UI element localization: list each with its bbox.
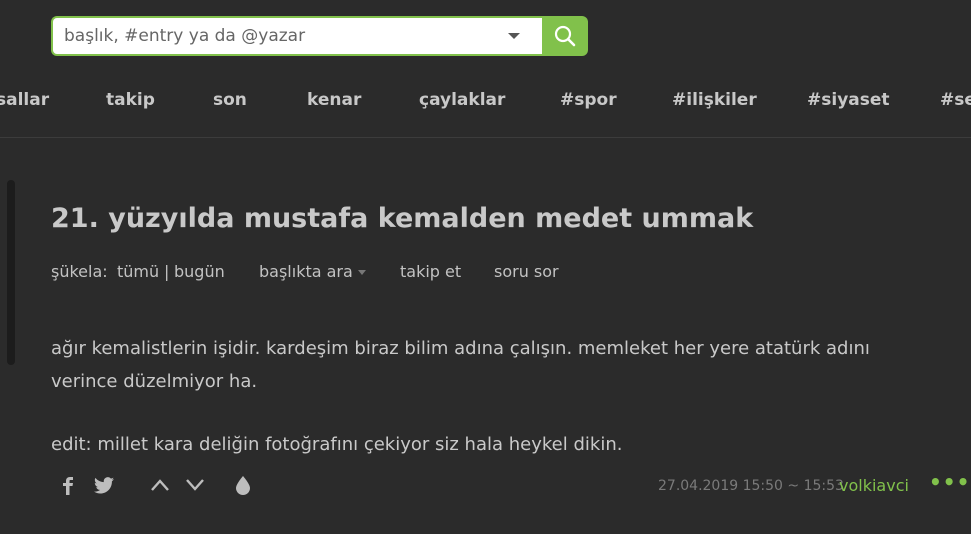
nav-item-iliskiler[interactable]: #ilişkiler — [672, 90, 757, 110]
downvote-icon[interactable] — [185, 478, 205, 492]
search-in-topic-label: başlıkta ara — [259, 262, 353, 281]
entry-content: ağır kemalistlerin işidir. kardeşim bira… — [51, 332, 931, 461]
entry-text-line-2: verince düzelmiyor ha. — [51, 371, 258, 392]
sukela-today-link[interactable]: bugün — [174, 262, 225, 281]
entry-date[interactable]: 27.04.2019 15:50 ~ 15:53 — [658, 478, 844, 494]
ask-question-link[interactable]: soru sor — [494, 262, 559, 281]
search-bar — [51, 16, 588, 56]
entry-edit-text: edit: millet kara deliğin fotoğrafını çe… — [51, 434, 623, 455]
chevron-down-icon — [357, 270, 366, 275]
sukela-separator: | — [164, 262, 170, 281]
topic-nav: sallar takip son kenar çaylaklar #spor #… — [0, 90, 971, 120]
search-dropdown-caret-icon[interactable] — [508, 33, 520, 39]
nav-item-takip[interactable]: takip — [106, 90, 155, 110]
facebook-icon[interactable] — [61, 477, 75, 495]
sukela-label: şükela: — [51, 262, 108, 281]
nav-item-spor[interactable]: #spor — [560, 90, 617, 110]
entry-text-line-1: ağır kemalistlerin işidir. kardeşim bira… — [51, 338, 870, 359]
search-in-topic-button[interactable]: başlıkta ara — [259, 262, 366, 281]
twitter-icon[interactable] — [94, 477, 114, 494]
nav-item-siyaset[interactable]: #siyaset — [807, 90, 890, 110]
follow-topic-link[interactable]: takip et — [400, 262, 461, 281]
nav-item-kenar[interactable]: kenar — [307, 90, 361, 110]
nav-item-son[interactable]: son — [213, 90, 247, 110]
topic-title[interactable]: 21. yüzyılda mustafa kemalden medet umma… — [51, 203, 753, 234]
entry-footer: 27.04.2019 15:50 ~ 15:53 volkiavci ••• — [51, 470, 969, 500]
entry-author[interactable]: volkiavci — [839, 476, 909, 495]
scroll-indicator[interactable] — [7, 180, 15, 365]
favorite-drop-icon[interactable] — [236, 476, 250, 495]
upvote-icon[interactable] — [150, 478, 170, 492]
sukela-all-link[interactable]: tümü — [117, 262, 159, 281]
nav-item-caylaklar[interactable]: çaylaklar — [419, 90, 505, 110]
nav-item-sallar[interactable]: sallar — [0, 90, 49, 110]
search-input[interactable] — [51, 16, 542, 56]
nav-item-sey[interactable]: #sey — [940, 90, 971, 110]
search-icon — [554, 25, 576, 47]
top-bar: sallar takip son kenar çaylaklar #spor #… — [0, 0, 971, 138]
search-button[interactable] — [542, 16, 588, 56]
more-icon[interactable]: ••• — [929, 470, 970, 494]
